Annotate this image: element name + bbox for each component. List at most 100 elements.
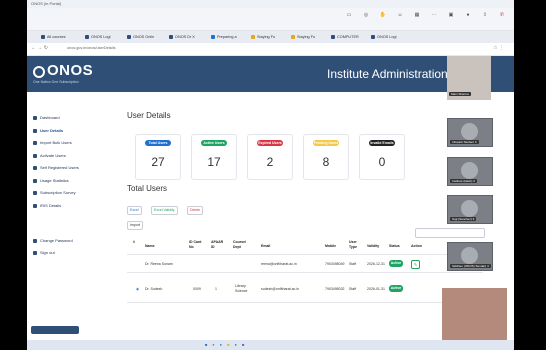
col-header-course[interactable]: Course/ Dept [233, 240, 253, 249]
excel-button[interactable]: Excel [127, 206, 142, 215]
mic-icon[interactable]: ● [462, 10, 474, 26]
user-check-icon [33, 153, 37, 158]
survey-icon [33, 190, 37, 195]
delete-button[interactable]: Delete [187, 206, 204, 215]
stat-card-expired-users[interactable]: Expired Users 2 [247, 134, 293, 180]
sidebar-item-change-password[interactable]: Change Password [33, 238, 73, 243]
stat-label: Invalid Emails [369, 140, 395, 146]
chrome-icon[interactable]: ● [235, 342, 237, 347]
window-titlebar: ONOS (in Portal) [27, 0, 514, 8]
presenter-video: Main Sharma [447, 56, 491, 100]
stat-card-total-users[interactable]: Total Users 27 [135, 134, 181, 180]
camera-icon[interactable]: ▣ [445, 10, 457, 26]
tab-3[interactable]: ONOS Onlin [127, 33, 154, 41]
sidebar-item-iris-details[interactable]: IRIS Details [33, 203, 61, 208]
back-forward-reload-icons[interactable]: ← → ↻ [31, 45, 48, 51]
stat-label: Total Users [145, 140, 171, 146]
sidebar-item-user-details[interactable]: User Details [33, 128, 63, 133]
participant-tile[interactable]: Institute (Dash) 3 [447, 157, 493, 186]
participant-name: Infopark Student 4 [450, 140, 479, 144]
browser-menu-icons[interactable]: ☆ ⋮ [493, 45, 504, 51]
stat-label: Pending Users [313, 140, 339, 146]
view-icon[interactable]: ▦ [411, 10, 423, 26]
address-bar: ← → ↻ onos.gov.in/onos/userDetails ☆ ⋮ [27, 43, 514, 56]
tab-favicon-icon [41, 35, 45, 39]
stat-value: 27 [151, 155, 165, 169]
status-badge: Active [389, 285, 403, 292]
taskbar: ■ ⌕ ● ■ ● ■ [27, 340, 514, 350]
tab-favicon-icon [251, 35, 255, 39]
sidebar-item-import-bulk-users[interactable]: Import Bulk Users [33, 140, 72, 145]
col-header-email[interactable]: Email [261, 244, 270, 249]
tab-1[interactable]: All courses [41, 33, 66, 41]
status-bar-chip [31, 326, 79, 334]
share-icon[interactable]: ⇪ [479, 10, 491, 26]
explorer-icon[interactable]: ■ [227, 342, 229, 347]
tab-favicon-icon [331, 35, 335, 39]
sidebar-item-usage-statistics[interactable]: Usage Statistics [33, 178, 69, 183]
col-header-apaar[interactable]: APAAR ID [211, 240, 227, 249]
sidebar-item-self-registered-users[interactable]: Self Registered Users [33, 165, 79, 170]
cell-apaar: 1 [215, 287, 217, 291]
row-expand-icon[interactable]: ◉ [136, 287, 139, 292]
search-input[interactable] [415, 228, 485, 238]
col-header-validity[interactable]: Validity [367, 244, 379, 249]
stat-value: 0 [378, 155, 386, 169]
more-icon[interactable]: ⋯ [428, 10, 440, 26]
avatar [461, 162, 478, 179]
avatar [461, 200, 478, 217]
total-users-heading: Total Users [127, 184, 168, 193]
import-button[interactable]: Import [127, 221, 143, 230]
sidebar-item-dashboard[interactable]: Dashboard [33, 115, 60, 120]
onos-logo-icon [33, 66, 45, 78]
col-header-user-type[interactable]: User Type [349, 240, 361, 249]
search-icon[interactable]: ⌕ [212, 342, 214, 347]
col-header-name[interactable]: Name [145, 244, 155, 249]
tab-5[interactable]: Preparing a [211, 33, 237, 41]
app-logo[interactable]: ONOS [47, 62, 93, 79]
excel-validity-button[interactable]: Excel Validity [151, 206, 178, 215]
tab-7[interactable]: Staying Fo [291, 33, 315, 41]
edge-icon[interactable]: ● [220, 342, 222, 347]
teams-icon[interactable]: ■ [242, 342, 244, 347]
stat-value: 17 [207, 155, 221, 169]
stat-card-invalid-emails[interactable]: Invalid Emails 0 [359, 134, 405, 180]
users-icon [33, 128, 37, 133]
window-title: ONOS (in Portal) [31, 1, 62, 6]
tab-6[interactable]: Staying Fo [251, 33, 275, 41]
stat-card-pending-users[interactable]: Pending Users 8 [303, 134, 349, 180]
stat-label: Active Users [201, 140, 227, 146]
windows-icon[interactable]: ■ [205, 342, 207, 347]
col-header-mobile[interactable]: Mobile [325, 244, 336, 249]
table-divider [127, 302, 483, 303]
people-icon[interactable]: ◎ [360, 10, 372, 26]
participant-name: Institute (Dash) 3 [450, 179, 477, 183]
status-badge: Active [389, 260, 403, 267]
col-header-id-card[interactable]: ID Card No [189, 240, 207, 249]
stat-card-active-users[interactable]: Active Users 17 [191, 134, 237, 180]
leave-icon[interactable]: ✆ [496, 10, 508, 26]
col-header-action[interactable]: Action [411, 244, 422, 249]
sidebar-item-activate-users[interactable]: Activate Users [33, 153, 66, 158]
chat-icon[interactable]: ▭ [343, 10, 355, 26]
col-header-status[interactable]: Status [389, 244, 400, 249]
react-icon[interactable]: ☺ [394, 10, 406, 26]
cell-id-card: 0009 [193, 287, 201, 291]
participant-tile[interactable]: Gigi (Sanchez) 3 [447, 195, 493, 224]
tab-8[interactable]: COMPUTER [331, 33, 359, 41]
raise-hand-icon[interactable]: ✋ [377, 10, 389, 26]
tab-favicon-icon [211, 35, 215, 39]
sidebar-item-subscription-survey[interactable]: Subscription Survey [33, 190, 76, 195]
tab-favicon-icon [85, 35, 89, 39]
participant-tile[interactable]: Siddheo (ONOS) Sundar) 4 [447, 242, 493, 271]
tab-2[interactable]: ONOS Logi [85, 33, 110, 41]
url-field[interactable]: onos.gov.in/onos/userDetails [67, 46, 307, 52]
tab-9[interactable]: ONOS Logi [371, 33, 396, 41]
sidebar: Dashboard User Details Import Bulk Users… [27, 92, 128, 350]
user-plus-icon [33, 165, 37, 170]
edit-icon[interactable]: ✎ [411, 260, 420, 269]
participant-tile[interactable]: Infopark Student 4 [447, 118, 493, 147]
sidebar-item-sign-out[interactable]: Sign out [33, 250, 55, 255]
tab-4[interactable]: ONOS Dr X [169, 33, 195, 41]
col-header-index[interactable]: # [133, 240, 135, 245]
